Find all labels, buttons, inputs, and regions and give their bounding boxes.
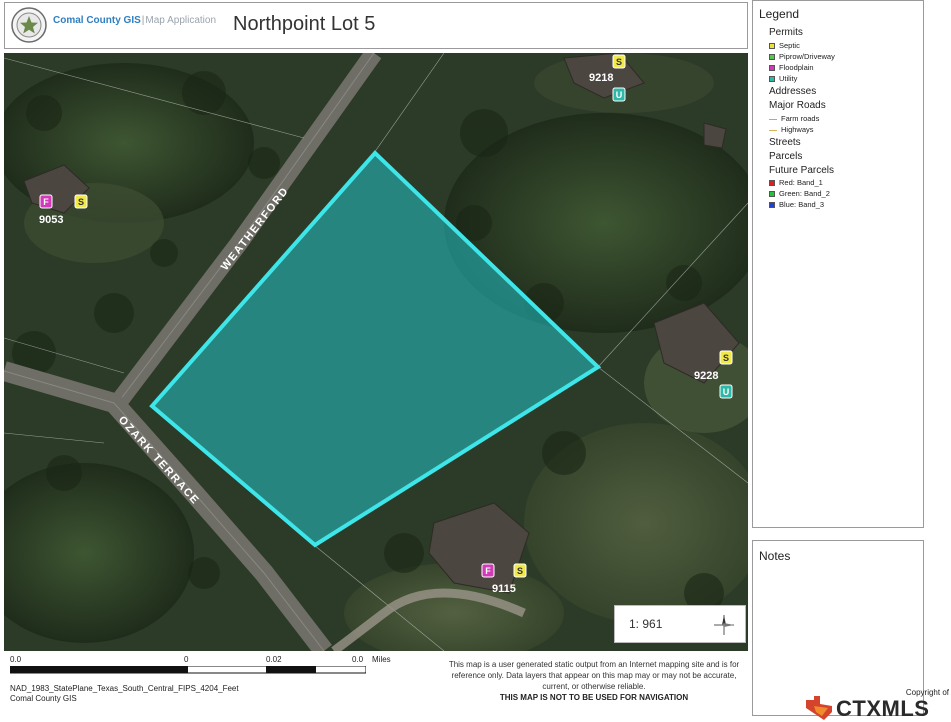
legend-swatch (769, 191, 775, 198)
legend-item-driveway: Piprow/Driveway (769, 52, 835, 61)
disclaimer-text: This map is a user generated static outp… (448, 660, 740, 691)
projection-text: NAD_1983_StatePlane_Texas_South_Central_… (10, 684, 239, 693)
watermark-brand: CTXMLS (836, 696, 930, 721)
county-seal-logo (11, 7, 47, 43)
footer-org: Comal County GIS (10, 694, 77, 703)
legend-permits: Permits (769, 27, 803, 38)
legend-title: Legend (759, 7, 800, 21)
disclaimer: This map is a user generated static outp… (444, 659, 744, 703)
org-name: Comal County GIS (53, 15, 141, 26)
svg-text:F: F (43, 197, 49, 207)
utility-permit-marker[interactable]: U (612, 87, 626, 102)
legend-item-highways: Highways (769, 125, 814, 134)
app-name: Map Application (145, 15, 217, 26)
legend-swatch (769, 43, 775, 50)
scale-tick: 0.02 (266, 655, 282, 664)
legend-item-utility: Utility (769, 74, 797, 83)
address-label: 9115 (492, 583, 516, 595)
septic-permit-marker[interactable]: S (513, 563, 527, 578)
legend-parcels: Parcels (769, 151, 803, 162)
map-title: Northpoint Lot 5 (233, 13, 376, 35)
map-footer: 0.0 0 0.02 0.0 Miles NAD_1983_StatePlane… (4, 651, 748, 703)
map-view[interactable]: WEATHERFORD OZARK TERRACE 9053 9218 9228… (4, 53, 748, 651)
svg-text:S: S (78, 197, 84, 207)
legend-swatch (769, 180, 775, 187)
aerial-imagery: WEATHERFORD OZARK TERRACE 9053 9218 9228… (4, 53, 748, 651)
navigation-warning: THIS MAP IS NOT TO BE USED FOR NAVIGATIO… (499, 693, 689, 702)
legend-swatch (769, 65, 775, 72)
scale-tick: 0.0 (352, 655, 364, 664)
svg-text:S: S (616, 57, 622, 67)
map-header: Comal County GIS|Map Application Northpo… (4, 2, 748, 49)
legend-swatch (769, 54, 775, 61)
notes-title: Notes (759, 549, 791, 563)
legend-item-farm-roads: Farm roads (769, 114, 819, 123)
legend-item-band-2: Green: Band_2 (769, 189, 830, 198)
legend-item-floodplain: Floodplain (769, 63, 814, 72)
scale-bar (10, 666, 366, 674)
legend-panel: Legend Permits Septic Piprow/Driveway Fl… (752, 0, 924, 528)
address-label: 9218 (589, 72, 613, 84)
scale-ratio-box: 1: 961 (614, 605, 746, 643)
legend-streets: Streets (769, 137, 801, 148)
legend-item-septic: Septic (769, 41, 800, 50)
mls-watermark: Copyright of CTXMLS (800, 686, 951, 721)
app-brand: Comal County GIS|Map Application (53, 15, 216, 26)
legend-future-parcels: Future Parcels (769, 165, 835, 176)
septic-permit-marker[interactable]: S (74, 194, 88, 209)
texas-map-icon (806, 696, 832, 720)
brand-separator: | (141, 15, 145, 26)
compass-icon (714, 615, 734, 635)
address-label: 9228 (694, 370, 718, 382)
scale-tick: 0 (184, 655, 189, 664)
address-label: 9053 (39, 214, 63, 226)
svg-text:S: S (723, 353, 729, 363)
legend-swatch (769, 202, 775, 209)
svg-text:S: S (517, 566, 523, 576)
legend-line (769, 118, 777, 120)
scale-tick: 0.0 (10, 655, 22, 664)
legend-major-roads: Major Roads (769, 100, 826, 111)
floodplain-permit-marker[interactable]: F (39, 194, 53, 209)
svg-text:U: U (616, 90, 623, 100)
legend-item-band-3: Blue: Band_3 (769, 200, 824, 209)
scale-units: Miles (372, 655, 391, 664)
legend-swatch (769, 76, 775, 83)
legend-item-band-1: Red: Band_1 (769, 178, 823, 187)
scale-ratio-label: 1: 961 (629, 617, 663, 631)
legend-line (769, 129, 777, 131)
utility-permit-marker[interactable]: U (719, 384, 733, 399)
septic-permit-marker[interactable]: S (719, 350, 733, 365)
septic-permit-marker[interactable]: S (612, 54, 626, 69)
svg-text:F: F (485, 566, 491, 576)
svg-text:U: U (723, 387, 730, 397)
legend-addresses: Addresses (769, 86, 817, 97)
floodplain-permit-marker[interactable]: F (481, 563, 495, 578)
